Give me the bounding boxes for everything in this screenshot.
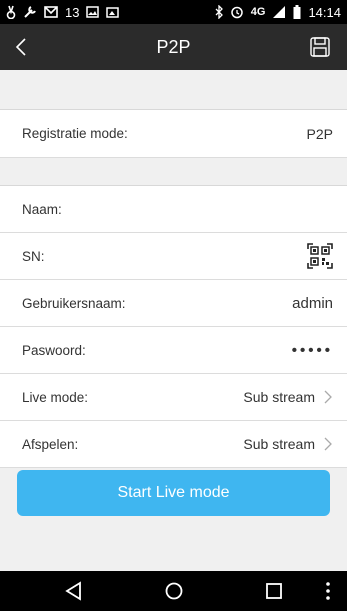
clock: 14:14 [308, 4, 341, 20]
sn-label: SN: [22, 248, 45, 264]
playback-row[interactable]: Afspelen: Sub stream [0, 421, 347, 468]
status-bar: 13 4G 14:14 [0, 0, 347, 24]
sn-row[interactable]: SN: [0, 233, 347, 280]
notification-count: 13 [65, 4, 80, 20]
name-row[interactable]: Naam: [0, 186, 347, 233]
network-type: 4G [250, 6, 266, 18]
battery-icon [293, 5, 301, 19]
live-mode-label: Live mode: [22, 389, 89, 405]
photo-icon [106, 7, 120, 18]
section-spacer [0, 70, 347, 110]
live-mode-value: Sub stream [243, 389, 333, 405]
system-navigation-bar [0, 571, 347, 611]
start-live-mode-button[interactable]: Start Live mode [17, 470, 330, 516]
username-label: Gebruikersnaam: [22, 295, 126, 311]
sn-value [307, 243, 333, 269]
image-icon [86, 6, 100, 18]
alarm-icon [231, 6, 243, 19]
password-label: Paswoord: [22, 342, 86, 358]
name-label: Naam: [22, 201, 62, 217]
section-spacer [0, 158, 347, 186]
username-field[interactable]: admin [292, 295, 333, 312]
password-row[interactable]: Paswoord: ••••• [0, 327, 347, 374]
live-mode-row[interactable]: Live mode: Sub stream [0, 374, 347, 421]
save-icon[interactable] [309, 36, 331, 58]
tools-icon [24, 6, 36, 18]
chevron-right-icon [324, 390, 332, 404]
status-right-icons: 4G 14:14 [215, 5, 341, 20]
playback-label: Afspelen: [22, 436, 79, 452]
registration-mode-value: P2P [306, 125, 333, 142]
app-header: P2P [0, 24, 347, 70]
registration-mode-row[interactable]: Registratie mode: P2P [0, 110, 347, 158]
recent-apps-icon[interactable] [262, 580, 286, 602]
menu-dots-icon[interactable] [322, 580, 334, 602]
registration-mode-label: Registratie mode: [22, 126, 128, 141]
page-title: P2P [156, 36, 191, 57]
live-mode-selection: Sub stream [243, 389, 315, 405]
playback-value: Sub stream [243, 436, 333, 452]
qr-scan-icon[interactable] [307, 243, 333, 269]
bluetooth-icon [215, 5, 223, 19]
mail-icon [44, 6, 58, 18]
home-circle-icon[interactable] [162, 580, 186, 602]
signal-icon [273, 6, 286, 18]
password-field[interactable]: ••••• [292, 342, 333, 359]
notification-icon [6, 5, 16, 19]
status-left-icons: 13 [6, 4, 120, 20]
chevron-right-icon [324, 437, 332, 451]
back-arrow-icon[interactable] [10, 35, 34, 59]
username-row[interactable]: Gebruikersnaam: admin [0, 280, 347, 327]
back-triangle-icon[interactable] [62, 580, 86, 602]
playback-selection: Sub stream [243, 436, 315, 452]
